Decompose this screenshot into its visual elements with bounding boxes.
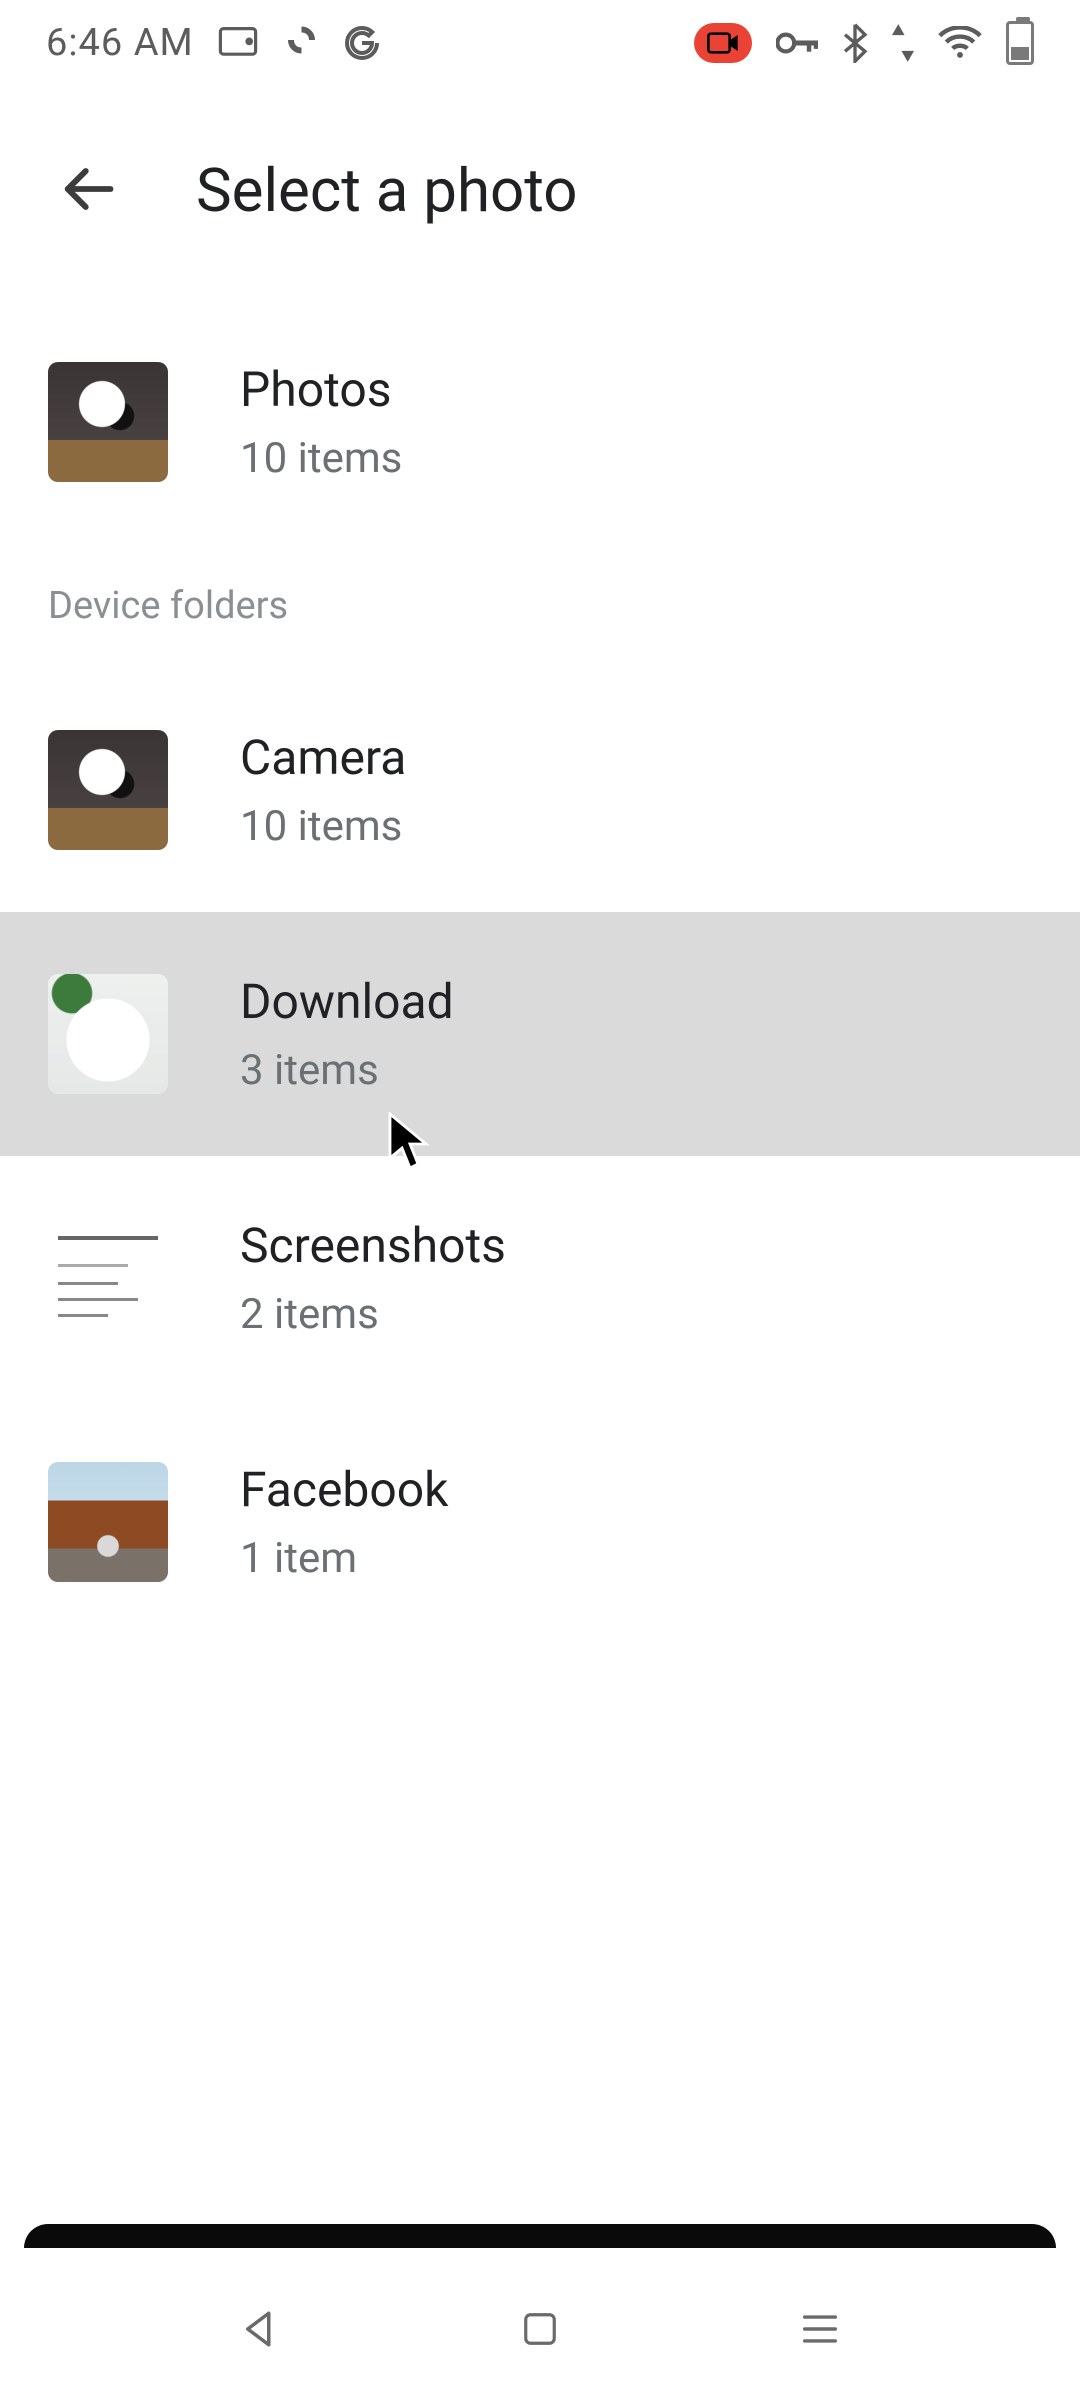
folder-thumbnail: [48, 974, 168, 1094]
folder-row-screenshots[interactable]: Screenshots 2 items: [0, 1156, 1080, 1400]
folder-subtitle: 1 item: [240, 1534, 448, 1583]
folder-title: Screenshots: [240, 1217, 506, 1274]
folder-row-download[interactable]: Download 3 items: [0, 912, 1080, 1156]
google-g-icon: [342, 23, 382, 63]
nav-home-button[interactable]: [480, 2290, 600, 2370]
folder-subtitle: 3 items: [240, 1046, 454, 1095]
folder-subtitle: 2 items: [240, 1290, 506, 1339]
screen-bottom-crop: [24, 2224, 1056, 2248]
nav-back-button[interactable]: [200, 2290, 320, 2370]
voice-assist-icon: [282, 25, 318, 61]
folder-row-facebook[interactable]: Facebook 1 item: [0, 1400, 1080, 1644]
folder-thumbnail: [48, 730, 168, 850]
folder-thumbnail: [48, 362, 168, 482]
folder-text: Photos 10 items: [240, 361, 402, 483]
status-right: [694, 21, 1034, 65]
folder-title: Facebook: [240, 1461, 448, 1518]
arrow-left-icon: [61, 162, 115, 219]
status-clock: 6:46 AM: [46, 21, 194, 65]
wifi-icon: [938, 26, 982, 60]
folder-title: Camera: [240, 729, 406, 786]
folder-title: Download: [240, 973, 454, 1030]
system-nav-bar: [0, 2260, 1080, 2400]
folder-list: Photos 10 items Device folders Camera 10…: [0, 300, 1080, 1644]
folder-thumbnail: [48, 1462, 168, 1582]
screen-record-icon: [694, 23, 752, 63]
folder-row-camera[interactable]: Camera 10 items: [0, 668, 1080, 912]
nav-recents-button[interactable]: [760, 2290, 880, 2370]
page-title: Select a photo: [196, 155, 578, 226]
battery-icon: [1006, 21, 1034, 65]
nav-home-icon: [521, 2310, 559, 2351]
data-updown-icon: [892, 23, 914, 63]
back-button[interactable]: [40, 142, 136, 238]
section-label-device-folders: Device folders: [0, 544, 1080, 668]
cast-icon: [218, 27, 258, 59]
folder-title: Photos: [240, 361, 402, 418]
folder-thumbnail: [48, 1218, 168, 1338]
nav-recents-icon: [799, 2312, 841, 2349]
folder-text: Download 3 items: [240, 973, 454, 1095]
vpn-key-icon: [776, 31, 818, 55]
folder-text: Screenshots 2 items: [240, 1217, 506, 1339]
nav-back-icon: [239, 2308, 281, 2353]
folder-text: Facebook 1 item: [240, 1461, 448, 1583]
bluetooth-icon: [842, 23, 868, 63]
status-left: 6:46 AM: [46, 21, 382, 65]
app-bar: Select a photo: [0, 130, 1080, 250]
status-bar: 6:46 AM: [0, 0, 1080, 86]
folder-text: Camera 10 items: [240, 729, 406, 851]
folder-subtitle: 10 items: [240, 434, 402, 483]
folder-row-photos[interactable]: Photos 10 items: [0, 300, 1080, 544]
folder-subtitle: 10 items: [240, 802, 406, 851]
